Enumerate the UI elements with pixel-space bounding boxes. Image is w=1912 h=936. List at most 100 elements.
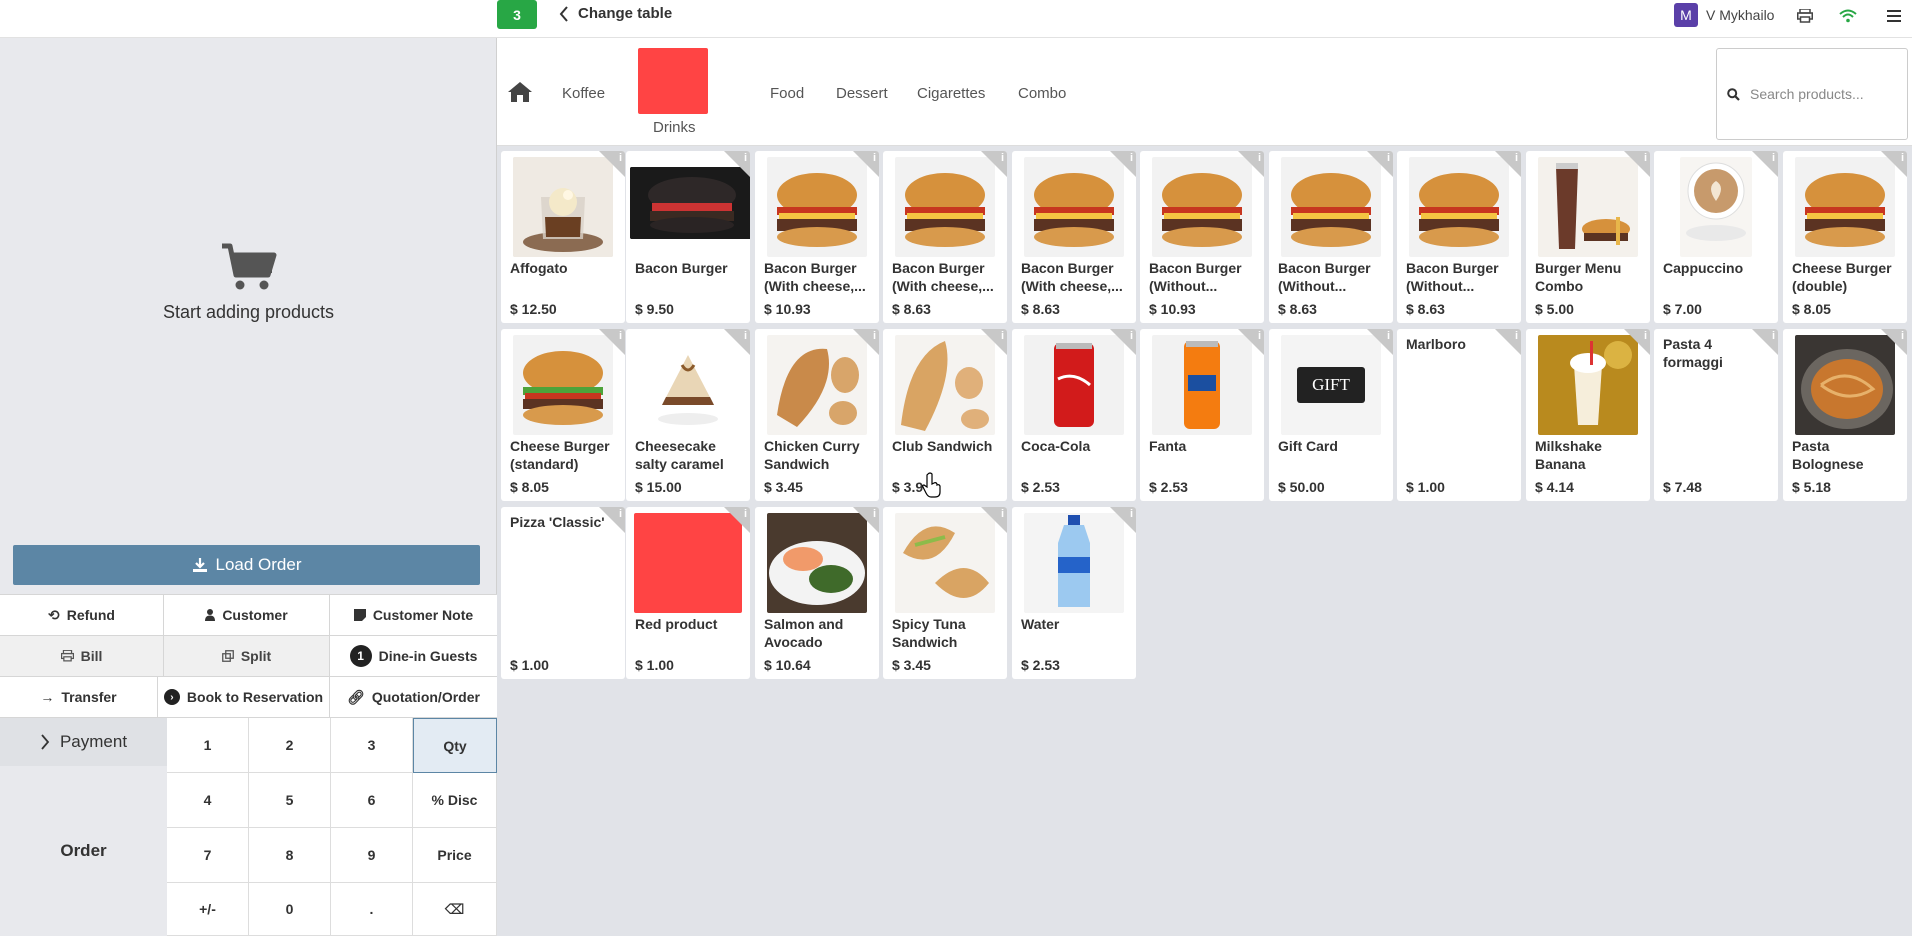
info-icon[interactable]: i [1001, 508, 1004, 520]
split-button[interactable]: Split [164, 636, 330, 676]
info-icon[interactable]: i [1644, 330, 1647, 342]
numpad-key-3[interactable]: 3 [331, 718, 413, 773]
product-card[interactable]: Bacon Burger (Without... $ 8.63 i [1397, 151, 1521, 323]
info-icon[interactable]: i [1387, 330, 1390, 342]
numpad-key-1[interactable]: 1 [167, 718, 249, 773]
customer-button[interactable]: Customer [164, 595, 330, 635]
user-menu[interactable]: M V Mykhailo [1674, 3, 1774, 27]
numpad-discount-mode[interactable]: % Disc [413, 773, 497, 828]
info-icon[interactable]: i [744, 152, 747, 164]
category-drinks-image[interactable] [638, 48, 708, 114]
numpad-price-mode[interactable]: Price [413, 828, 497, 883]
table-number-badge[interactable]: 3 [497, 0, 537, 29]
product-card[interactable]: GIFT Gift Card $ 50.00 i [1269, 329, 1393, 501]
product-card[interactable]: Pizza 'Classic' $ 1.00 i [501, 507, 625, 679]
product-card[interactable]: Bacon Burger (With cheese,... $ 8.63 i [1012, 151, 1136, 323]
printer-icon[interactable] [1795, 6, 1815, 26]
category-drinks[interactable]: Drinks [653, 119, 696, 136]
load-order-button[interactable]: Load Order [13, 545, 480, 585]
info-icon[interactable]: i [1772, 152, 1775, 164]
product-card[interactable]: Bacon Burger (With cheese,... $ 10.93 i [755, 151, 879, 323]
dine-in-guests-button[interactable]: 1 Dine-in Guests [330, 636, 497, 676]
info-icon[interactable]: i [873, 152, 876, 164]
change-table-button[interactable]: Change table [558, 5, 672, 22]
info-icon[interactable]: i [1515, 330, 1518, 342]
product-image-burger [895, 157, 995, 257]
product-card[interactable]: Burger Menu Combo $ 5.00 i [1526, 151, 1650, 323]
info-icon[interactable]: i [1001, 152, 1004, 164]
info-icon[interactable]: i [1130, 330, 1133, 342]
product-card[interactable]: Milkshake Banana $ 4.14 i [1526, 329, 1650, 501]
category-food[interactable]: Food [770, 85, 804, 102]
product-card[interactable]: Bacon Burger (With cheese,... $ 8.63 i [883, 151, 1007, 323]
product-card[interactable]: Cheese Burger (standard) $ 8.05 i [501, 329, 625, 501]
category-cigarettes[interactable]: Cigarettes [917, 85, 985, 102]
numpad-key-2[interactable]: 2 [249, 718, 331, 773]
numpad-qty-mode[interactable]: Qty [413, 718, 497, 773]
product-card[interactable]: Bacon Burger $ 9.50 i [626, 151, 750, 323]
category-koffee[interactable]: Koffee [562, 85, 605, 102]
numpad-key-6[interactable]: 6 [331, 773, 413, 828]
product-card[interactable]: Coca-Cola $ 2.53 i [1012, 329, 1136, 501]
numpad-decimal[interactable]: . [331, 883, 413, 936]
numpad-backspace[interactable]: ⌫ [413, 883, 497, 936]
info-icon[interactable]: i [619, 330, 622, 342]
info-icon[interactable]: i [744, 330, 747, 342]
product-card[interactable]: Bacon Burger (Without... $ 8.63 i [1269, 151, 1393, 323]
order-button[interactable]: Order [0, 766, 167, 936]
product-card[interactable]: Pasta 4 formaggi $ 7.48 i [1654, 329, 1778, 501]
product-name: Bacon Burger (Without... [1149, 260, 1242, 294]
product-card[interactable]: Cheesecake salty caramel $ 15.00 i [626, 329, 750, 501]
numpad-key-7[interactable]: 7 [167, 828, 249, 883]
numpad-key-5[interactable]: 5 [249, 773, 331, 828]
product-card[interactable]: Spicy Tuna Sandwich $ 3.45 i [883, 507, 1007, 679]
info-icon[interactable]: i [1901, 152, 1904, 164]
search-input[interactable] [1750, 86, 1900, 102]
info-icon[interactable]: i [873, 330, 876, 342]
hamburger-menu-icon[interactable] [1884, 6, 1904, 26]
info-icon[interactable]: i [1258, 330, 1261, 342]
info-icon[interactable]: i [1901, 330, 1904, 342]
numpad-key-0[interactable]: 0 [249, 883, 331, 936]
book-reservation-button[interactable]: › Book to Reservation [158, 677, 330, 717]
product-card[interactable]: Cappuccino $ 7.00 i [1654, 151, 1778, 323]
quotation-order-button[interactable]: 🔗︎ Quotation/Order [330, 677, 497, 717]
numpad-key-4[interactable]: 4 [167, 773, 249, 828]
info-icon[interactable]: i [873, 508, 876, 520]
search-box[interactable] [1716, 48, 1908, 140]
bill-button[interactable]: Bill [0, 636, 164, 676]
wifi-icon[interactable] [1838, 6, 1858, 26]
info-icon[interactable]: i [1644, 152, 1647, 164]
info-icon[interactable]: i [1772, 330, 1775, 342]
category-dessert[interactable]: Dessert [836, 85, 888, 102]
info-icon[interactable]: i [744, 508, 747, 520]
product-card[interactable]: Fanta $ 2.53 i [1140, 329, 1264, 501]
product-card[interactable]: Water $ 2.53 i [1012, 507, 1136, 679]
info-icon[interactable]: i [1387, 152, 1390, 164]
transfer-button[interactable]: → Transfer [0, 677, 158, 717]
customer-note-button[interactable]: Customer Note [330, 595, 497, 635]
info-icon[interactable]: i [619, 152, 622, 164]
product-card[interactable]: Bacon Burger (Without... $ 10.93 i [1140, 151, 1264, 323]
product-card[interactable]: Pasta Bolognese $ 5.18 i [1783, 329, 1907, 501]
info-icon[interactable]: i [1130, 508, 1133, 520]
numpad-sign-toggle[interactable]: +/- [167, 883, 249, 936]
numpad-key-8[interactable]: 8 [249, 828, 331, 883]
home-icon[interactable] [507, 80, 533, 104]
product-card[interactable]: Salmon and Avocado $ 10.64 i [755, 507, 879, 679]
product-card[interactable]: Red product $ 1.00 i [626, 507, 750, 679]
product-card[interactable]: Chicken Curry Sandwich $ 3.45 i [755, 329, 879, 501]
info-icon[interactable]: i [1258, 152, 1261, 164]
product-card[interactable]: Club Sandwich $ 3.9 i [883, 329, 1007, 501]
info-icon[interactable]: i [1130, 152, 1133, 164]
info-icon[interactable]: i [1515, 152, 1518, 164]
payment-button[interactable]: Payment [0, 718, 167, 766]
product-card[interactable]: Cheese Burger (double) $ 8.05 i [1783, 151, 1907, 323]
info-icon[interactable]: i [619, 508, 622, 520]
category-combo[interactable]: Combo [1018, 85, 1066, 102]
refund-button[interactable]: ⟲ Refund [0, 595, 164, 635]
product-card[interactable]: Marlboro $ 1.00 i [1397, 329, 1521, 501]
info-icon[interactable]: i [1001, 330, 1004, 342]
numpad-key-9[interactable]: 9 [331, 828, 413, 883]
product-card[interactable]: Affogato $ 12.50 i [501, 151, 625, 323]
